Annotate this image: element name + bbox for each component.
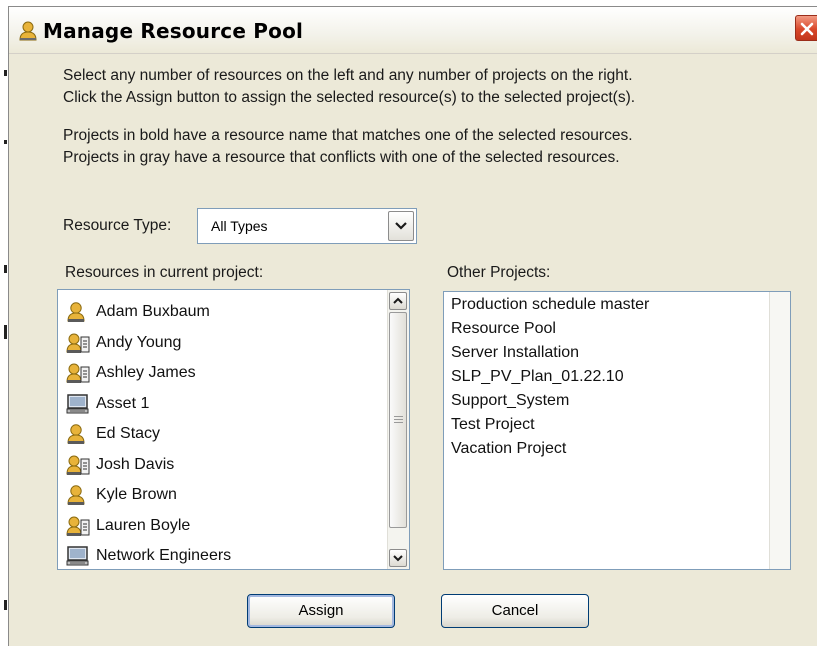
title-bar[interactable]: Manage Resource Pool <box>9 7 817 54</box>
edge-artifact <box>4 600 7 610</box>
project-item[interactable]: Support_System <box>451 392 569 410</box>
scroll-thumb[interactable] <box>389 312 407 528</box>
computer-icon <box>66 545 90 567</box>
person-icon <box>66 301 90 323</box>
projects-list[interactable]: Production schedule master Resource Pool S… <box>443 291 791 570</box>
resource-name: Adam Buxbaum <box>96 303 210 320</box>
resources-list[interactable]: Adam Buxbaum Andy Young Ashley James Asset … <box>57 289 410 570</box>
close-icon <box>800 22 814 36</box>
person-icon <box>66 423 90 445</box>
project-item[interactable]: Test Project <box>451 416 535 434</box>
close-button[interactable] <box>795 15 817 41</box>
resource-item[interactable]: Ashley James <box>66 359 196 387</box>
resource-name: Josh Davis <box>96 455 175 473</box>
edge-artifact <box>4 265 7 273</box>
chevron-down-icon <box>393 555 403 562</box>
resource-item[interactable]: Kyle Brown <box>66 481 177 509</box>
resource-name: Andy Young <box>96 333 182 351</box>
resource-name: Network Engineers <box>96 547 232 564</box>
edge-artifact <box>4 325 7 339</box>
instruction-line: Click the Assign button to assign the se… <box>63 89 636 106</box>
person-card-icon <box>66 332 90 354</box>
resource-item[interactable]: Adam Buxbaum <box>66 298 210 326</box>
person-card-icon <box>66 362 90 384</box>
assign-button[interactable]: Assign <box>247 594 395 628</box>
person-card-icon <box>66 515 90 537</box>
edge-artifact <box>4 140 7 144</box>
scroll-down-button[interactable] <box>389 549 407 567</box>
instructions-top: Select any number of resources on the le… <box>63 65 783 109</box>
instruction-line: Projects in gray have a resource that co… <box>63 149 620 166</box>
dropdown-button[interactable] <box>388 211 414 241</box>
computer-icon <box>66 393 90 415</box>
projects-scrollbar[interactable] <box>769 292 790 569</box>
person-card-icon <box>66 454 90 476</box>
project-item[interactable]: Production schedule master <box>451 296 649 314</box>
resource-name: Lauren Boyle <box>96 516 191 534</box>
resources-label: Resources in current project: <box>65 264 264 281</box>
dialog-title: Manage Resource Pool <box>43 19 304 43</box>
resource-type-label: Resource Type: <box>63 217 172 234</box>
scroll-up-button[interactable] <box>389 292 407 310</box>
project-item[interactable]: SLP_PV_Plan_01.22.10 <box>451 368 624 386</box>
instruction-line: Select any number of resources on the le… <box>63 67 633 84</box>
resource-name: Ashley James <box>96 364 196 381</box>
chevron-up-icon <box>393 297 403 304</box>
instruction-line: Projects in bold have a resource name th… <box>63 127 633 144</box>
person-icon <box>19 21 37 41</box>
projects-label: Other Projects: <box>447 264 551 281</box>
resource-item[interactable]: Josh Davis <box>66 451 174 479</box>
person-icon <box>66 484 90 506</box>
project-item[interactable]: Resource Pool <box>451 320 556 338</box>
resource-item[interactable]: Network Engineers <box>66 542 232 569</box>
edge-artifact <box>4 70 7 76</box>
cancel-button[interactable]: Cancel <box>441 594 589 628</box>
project-item[interactable]: Vacation Project <box>451 440 566 458</box>
resource-item[interactable]: Asset 1 <box>66 390 149 418</box>
resources-scrollbar[interactable] <box>387 290 409 569</box>
resource-item[interactable]: Lauren Boyle <box>66 512 190 540</box>
chevron-down-icon <box>395 222 407 230</box>
resource-type-select[interactable]: All Types <box>197 208 417 244</box>
manage-resource-pool-dialog: Manage Resource Pool Select any number o… <box>8 6 817 646</box>
resource-name: Ed Stacy <box>96 425 161 442</box>
resource-name: Kyle Brown <box>96 486 177 503</box>
resource-name: Asset 1 <box>96 394 150 412</box>
resource-type-value: All Types <box>211 218 268 234</box>
instructions-bottom: Projects in bold have a resource name th… <box>63 125 783 169</box>
resource-item[interactable]: Ed Stacy <box>66 420 160 448</box>
resource-item[interactable]: Andy Young <box>66 329 181 357</box>
project-item[interactable]: Server Installation <box>451 344 579 362</box>
